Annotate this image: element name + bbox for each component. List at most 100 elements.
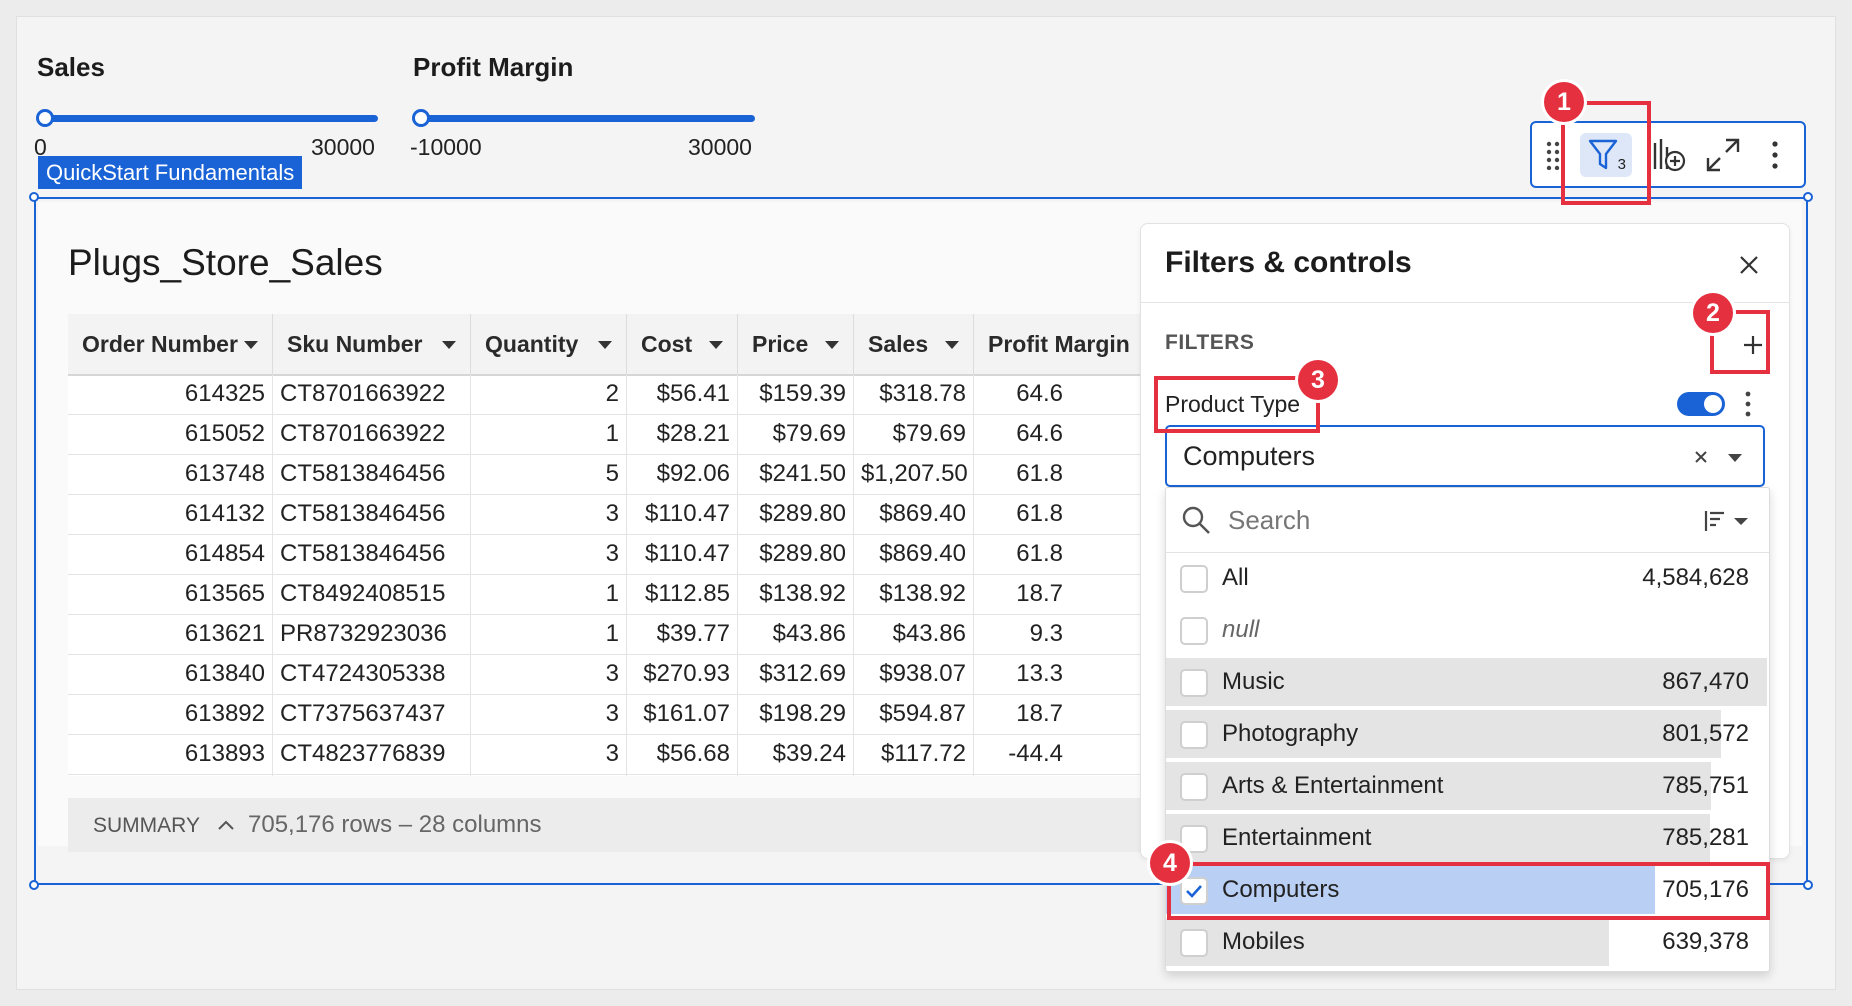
summary-row-count: 705,176 rows – 28 columns	[248, 811, 542, 838]
dropdown-search[interactable]: Search	[1166, 488, 1769, 553]
table-cell: $79.69	[854, 414, 974, 454]
table-cell: $110.47	[627, 494, 738, 534]
profit-margin-slider-track[interactable]	[416, 115, 755, 122]
panel-title: Filters & controls	[1165, 246, 1412, 279]
option-music[interactable]: Music 867,470	[1166, 656, 1767, 708]
chevron-up-icon[interactable]	[216, 818, 236, 832]
option-checkbox[interactable]	[1180, 669, 1208, 697]
expand-button[interactable]	[1700, 133, 1746, 177]
clear-icon[interactable]	[1693, 449, 1709, 465]
table-cell: CT8701663922	[273, 374, 471, 414]
table-cell: 1	[471, 614, 627, 654]
more-options-button[interactable]	[1758, 133, 1792, 177]
sales-control-title: Sales	[37, 52, 105, 82]
chevron-down-icon[interactable]	[945, 341, 959, 349]
search-input[interactable]: Search	[1228, 505, 1310, 536]
table-cell: $87.72	[854, 774, 974, 776]
table-cell: $161.07	[627, 694, 738, 734]
table-cell: $43.86	[738, 614, 854, 654]
table-title: Plugs_Store_Sales	[68, 242, 383, 283]
table-row[interactable]: 613893 CT4823776839 3 $56.68 $39.24 $117.72 -4…	[68, 734, 1168, 775]
grid-header: Order Number Sku Number Quantity Cost Pr…	[68, 314, 1168, 376]
table-cell: CT4724305338	[273, 654, 471, 694]
table-cell: $938.07	[854, 654, 974, 694]
table-cell: 615052	[68, 414, 273, 454]
option-all[interactable]: All 4,584,628	[1166, 552, 1767, 604]
table-cell: $289.80	[738, 534, 854, 574]
column-header-sales[interactable]: Sales	[854, 314, 974, 374]
table-cell: 614325	[68, 374, 273, 414]
table-cell: 5	[471, 454, 627, 494]
table-cell: 1	[471, 414, 627, 454]
table-cell: 613893	[68, 734, 273, 774]
table-row[interactable]: 613840 CT4724305338 3 $270.93 $312.69 $938.07…	[68, 654, 1168, 695]
filter-enabled-toggle[interactable]	[1677, 392, 1725, 416]
chevron-down-icon[interactable]	[1728, 454, 1742, 462]
sales-slider-handle[interactable]	[36, 109, 54, 127]
option-checkbox[interactable]	[1180, 773, 1208, 801]
table-row[interactable]: 614325 CT8701663922 2 $56.41 $159.39 $318.78 6…	[68, 374, 1168, 415]
table-cell: $117.72	[854, 734, 974, 774]
table-cell: 613621	[68, 614, 273, 654]
table-row[interactable]: 613621 PR8732923036 1 $39.77 $43.86 $43.86 9.3	[68, 614, 1168, 655]
table-cell: $56.68	[627, 734, 738, 774]
chevron-down-icon[interactable]	[709, 341, 723, 349]
table-row[interactable]: 615052 CT8701663922 1 $28.21 $79.69 $79.69 64.…	[68, 414, 1168, 455]
table-cell: $198.29	[738, 694, 854, 734]
profit-margin-slider-handle[interactable]	[412, 109, 430, 127]
table-cell: 64.6	[1016, 420, 1063, 447]
resize-handle[interactable]	[1803, 192, 1813, 202]
column-header-order-number[interactable]: Order Number	[68, 314, 273, 374]
table-cell: 613892	[68, 694, 273, 734]
table-row[interactable]: 613347PR87329230362$39.77$43.86$87.729.3	[68, 774, 1168, 776]
table-cell: 3	[471, 654, 627, 694]
resize-handle[interactable]	[29, 880, 39, 890]
table-cell: 61.8	[1016, 540, 1063, 567]
table-row[interactable]: 614132 CT5813846456 3 $110.47 $289.80 $869.40…	[68, 494, 1168, 535]
chevron-down-icon[interactable]	[244, 341, 258, 349]
summary-bar[interactable]: SUMMARY 705,176 rows – 28 columns	[68, 798, 1168, 852]
product-type-select[interactable]: Computers	[1165, 425, 1765, 487]
table-row[interactable]: 613892 CT7375637437 3 $161.07 $198.29 $594.87…	[68, 694, 1168, 735]
column-header-cost[interactable]: Cost	[627, 314, 738, 374]
table-cell: $39.77	[627, 614, 738, 654]
column-header-sku-number[interactable]: Sku Number	[273, 314, 471, 374]
table-cell: 2	[471, 374, 627, 414]
table-cell: 613840	[68, 654, 273, 694]
search-icon	[1182, 506, 1210, 534]
add-column-button[interactable]	[1646, 133, 1692, 177]
filter-kebab-icon[interactable]	[1744, 391, 1752, 417]
option-entertainment[interactable]: Entertainment 785,281	[1166, 812, 1767, 864]
table-row[interactable]: 613748 CT5813846456 5 $92.06 $241.50 $1,207.5…	[68, 454, 1168, 495]
option-count: 4,584,628	[1642, 564, 1749, 591]
sort-icon[interactable]	[1702, 508, 1750, 534]
option-checkbox[interactable]	[1180, 617, 1208, 645]
option-label: Arts & Entertainment	[1222, 772, 1444, 799]
chevron-down-icon[interactable]	[825, 341, 839, 349]
option-checkbox[interactable]	[1180, 565, 1208, 593]
table-cell: $1,207.50	[854, 454, 974, 494]
chevron-down-icon[interactable]	[598, 341, 612, 349]
resize-handle[interactable]	[29, 192, 39, 202]
table-cell: 1	[471, 574, 627, 614]
option-checkbox[interactable]	[1180, 929, 1208, 957]
table-cell: 18.7	[1016, 580, 1063, 607]
table-cell: $39.77	[627, 774, 738, 776]
option-count: 785,281	[1662, 824, 1749, 851]
option-checkbox[interactable]	[1180, 721, 1208, 749]
option-mobiles[interactable]: Mobiles 639,378	[1166, 916, 1767, 968]
chevron-down-icon[interactable]	[442, 341, 456, 349]
resize-handle[interactable]	[1803, 880, 1813, 890]
sales-slider-track[interactable]	[40, 115, 378, 122]
table-cell: $869.40	[854, 534, 974, 574]
option-arts-entertainment[interactable]: Arts & Entertainment 785,751	[1166, 760, 1767, 812]
close-icon[interactable]	[1737, 253, 1761, 277]
table-row[interactable]: 614854 CT5813846456 3 $110.47 $289.80 $869.40…	[68, 534, 1168, 575]
option-photography[interactable]: Photography 801,572	[1166, 708, 1767, 760]
column-header-profit-margin[interactable]: Profit Margin	[974, 314, 1168, 374]
option-count: 867,470	[1662, 668, 1749, 695]
column-header-price[interactable]: Price	[738, 314, 854, 374]
table-row[interactable]: 613565 CT8492408515 1 $112.85 $138.92 $138.92…	[68, 574, 1168, 615]
option-null[interactable]: null	[1166, 604, 1767, 656]
column-header-quantity[interactable]: Quantity	[471, 314, 627, 374]
